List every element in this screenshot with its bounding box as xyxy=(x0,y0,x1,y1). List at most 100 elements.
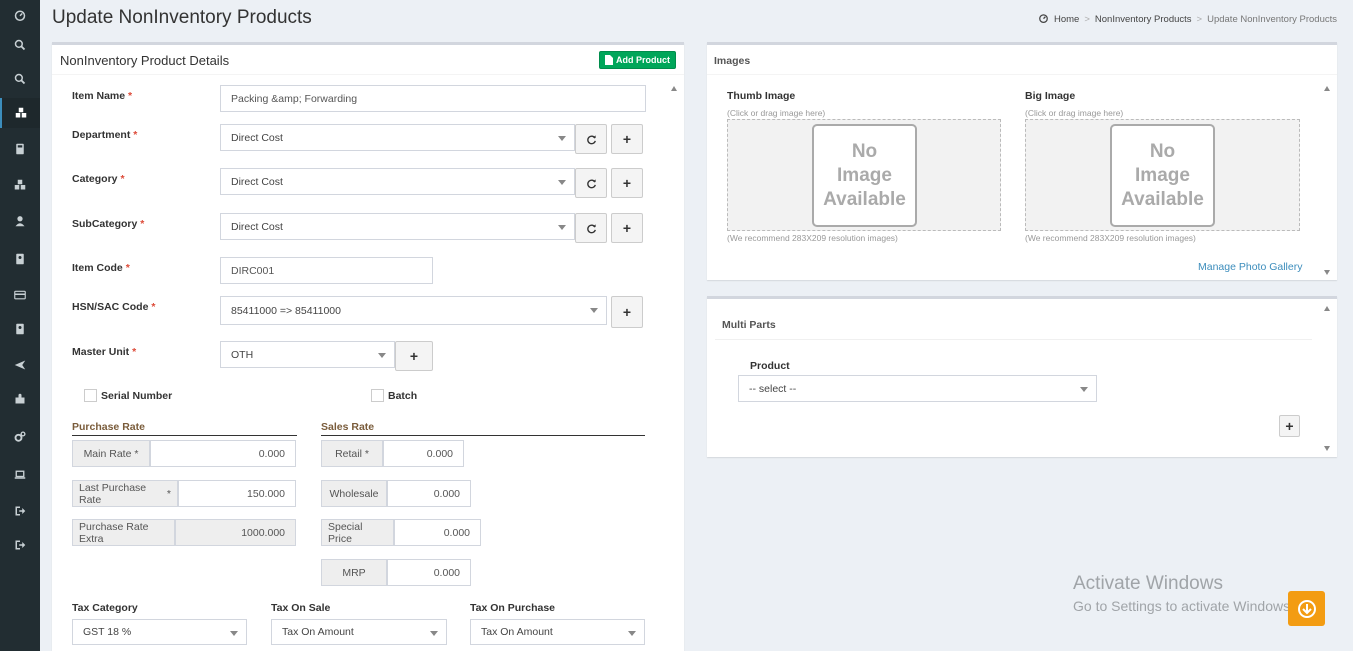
refresh-icon xyxy=(586,223,596,233)
chevron-down-icon xyxy=(230,631,238,636)
add-hsn-button[interactable]: + xyxy=(611,296,643,328)
last-purchase-rate-addon: Last Purchase Rate * xyxy=(72,480,178,507)
box-title: NonInventory Product Details xyxy=(60,53,230,68)
mrp-addon: MRP xyxy=(321,559,387,586)
retail-input[interactable]: 0.000 xyxy=(383,440,464,467)
tax-on-sale-label: Tax On Sale xyxy=(271,602,331,614)
refresh-department-button[interactable] xyxy=(575,124,607,154)
scroll-up-icon[interactable] xyxy=(671,86,677,91)
serial-number-checkbox[interactable]: Serial Number xyxy=(84,389,172,402)
special-price-addon: Special Price xyxy=(321,519,394,546)
plane-icon[interactable] xyxy=(0,350,40,380)
big-image-label: Big Image xyxy=(1025,90,1076,102)
mrp-input[interactable]: 0.000 xyxy=(387,559,471,586)
manage-photo-gallery-link[interactable]: Manage Photo Gallery xyxy=(1198,261,1302,273)
purchase-rate-title: Purchase Rate xyxy=(72,421,297,436)
purchase-rate-extra-addon: Purchase Rate Extra xyxy=(72,519,175,546)
department-select[interactable]: Direct Cost xyxy=(220,124,575,151)
breadcrumb-separator: > xyxy=(1196,14,1203,25)
id-card-icon[interactable] xyxy=(0,244,40,274)
add-product-button[interactable]: Add Product xyxy=(599,51,676,69)
batch-checkbox[interactable]: Batch xyxy=(371,389,417,402)
page-title: Update NonInventory Products xyxy=(52,7,312,28)
search-icon[interactable] xyxy=(0,30,40,60)
breadcrumb-noninventory[interactable]: NonInventory Products xyxy=(1095,14,1192,25)
user-icon[interactable] xyxy=(0,206,40,236)
sidebar xyxy=(0,0,40,651)
item-name-input[interactable]: Packing &amp; Forwarding xyxy=(220,85,646,112)
refresh-icon xyxy=(586,134,596,144)
scroll-to-bottom-button[interactable] xyxy=(1288,591,1325,626)
add-category-button[interactable]: + xyxy=(611,168,643,198)
images-title: Images xyxy=(714,55,751,67)
arrow-circle-down-icon xyxy=(1297,599,1316,618)
laptop-icon[interactable] xyxy=(0,460,40,490)
wholesale-input[interactable]: 0.000 xyxy=(387,480,471,507)
tax-on-sale-select[interactable]: Tax On Amount xyxy=(271,619,447,645)
subcategory-select[interactable]: Direct Cost xyxy=(220,213,575,240)
item-code-input[interactable]: DIRC001 xyxy=(220,257,433,284)
sign-out-icon[interactable] xyxy=(0,530,40,560)
last-purchase-rate-input[interactable]: 150.000 xyxy=(178,480,296,507)
add-subcategory-button[interactable]: + xyxy=(611,213,643,243)
master-unit-select[interactable]: OTH xyxy=(220,341,395,368)
thumb-image-label: Thumb Image xyxy=(727,90,796,102)
add-department-button[interactable]: + xyxy=(611,124,643,154)
id-card-icon[interactable] xyxy=(0,314,40,344)
tax-on-purchase-select[interactable]: Tax On Amount xyxy=(470,619,645,645)
thumb-image-hint: (Click or drag image here) xyxy=(727,108,826,118)
big-image-hint: (Click or drag image here) xyxy=(1025,108,1124,118)
cubes-icon[interactable] xyxy=(0,170,40,200)
big-image-dropzone[interactable]: No Image Available xyxy=(1025,119,1300,231)
chevron-down-icon xyxy=(558,225,566,230)
hsn-sac-select[interactable]: 85411000 => 85411000 xyxy=(220,296,607,325)
credit-card-icon[interactable] xyxy=(0,280,40,310)
activate-windows-title: Activate Windows xyxy=(1073,573,1223,594)
retail-addon: Retail * xyxy=(321,440,383,467)
chevron-down-icon xyxy=(430,631,438,636)
add-unit-button[interactable]: + xyxy=(395,341,433,371)
special-price-input[interactable]: 0.000 xyxy=(394,519,481,546)
refresh-subcategory-button[interactable] xyxy=(575,213,607,243)
sign-out-icon[interactable] xyxy=(0,496,40,526)
puzzle-icon[interactable] xyxy=(0,384,40,414)
cogs-icon[interactable] xyxy=(0,422,40,452)
scroll-up-icon[interactable] xyxy=(1324,86,1330,91)
calculator-icon[interactable] xyxy=(0,134,40,164)
file-icon xyxy=(605,55,613,65)
add-part-button[interactable]: + xyxy=(1279,415,1300,437)
breadcrumb-separator: > xyxy=(1084,14,1090,25)
scroll-down-icon[interactable] xyxy=(1324,270,1330,275)
purchase-rate-extra-input: 1000.000 xyxy=(175,519,296,546)
chevron-down-icon xyxy=(558,136,566,141)
no-image-placeholder: No Image Available xyxy=(812,124,917,227)
dashboard-icon[interactable] xyxy=(0,0,40,30)
wholesale-addon: Wholesale xyxy=(321,480,387,507)
no-image-placeholder: No Image Available xyxy=(1110,124,1215,227)
images-box: Images Thumb Image (Click or drag image … xyxy=(707,42,1337,280)
master-unit-label: Master Unit * xyxy=(72,346,137,358)
activate-windows-subtitle: Go to Settings to activate Windows. xyxy=(1073,598,1294,614)
subcategory-label: SubCategory * xyxy=(72,218,145,230)
chevron-down-icon xyxy=(1080,387,1088,392)
box-header: NonInventory Product Details Add Product xyxy=(52,45,684,75)
tax-category-select[interactable]: GST 18 % xyxy=(72,619,247,645)
thumb-image-dropzone[interactable]: No Image Available xyxy=(727,119,1001,231)
breadcrumb-current: Update NonInventory Products xyxy=(1207,14,1337,25)
scroll-down-icon[interactable] xyxy=(1324,446,1330,451)
hsn-sac-label: HSN/SAC Code * xyxy=(72,301,156,313)
sales-rate-title: Sales Rate xyxy=(321,421,645,436)
breadcrumb: Home > NonInventory Products > Update No… xyxy=(1038,13,1337,26)
cubes-icon[interactable] xyxy=(0,98,40,128)
scroll-up-icon[interactable] xyxy=(1324,306,1330,311)
refresh-category-button[interactable] xyxy=(575,168,607,198)
item-code-label: Item Code * xyxy=(72,262,130,274)
breadcrumb-home[interactable]: Home xyxy=(1054,14,1079,25)
product-select[interactable]: -- select -- xyxy=(738,375,1097,402)
big-image-recommend: (We recommend 283X209 resolution images) xyxy=(1025,233,1196,243)
refresh-icon xyxy=(586,178,596,188)
main-rate-input[interactable]: 0.000 xyxy=(150,440,296,467)
product-details-box: NonInventory Product Details Add Product… xyxy=(52,42,684,651)
search-icon[interactable] xyxy=(0,64,40,94)
category-select[interactable]: Direct Cost xyxy=(220,168,575,195)
